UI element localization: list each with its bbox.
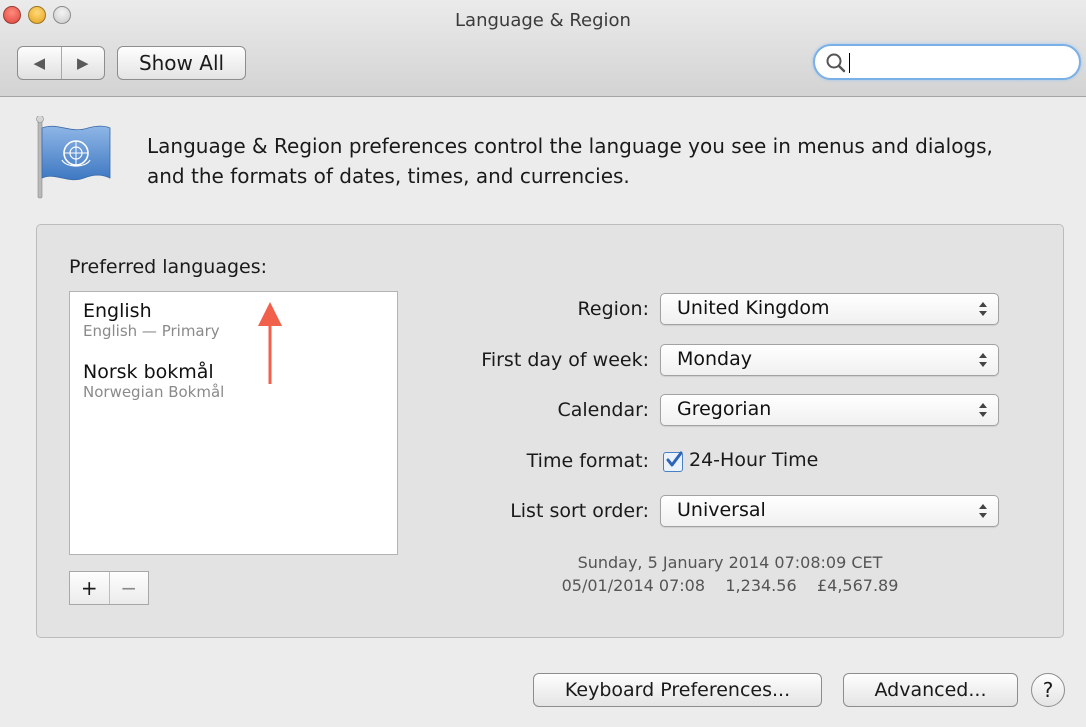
preferred-languages-list[interactable]: English English — Primary Norsk bokmål N…: [69, 291, 398, 555]
description-text: Language & Region preferences control th…: [147, 131, 1047, 191]
un-flag-icon: [36, 116, 111, 199]
back-button[interactable]: ◀: [18, 47, 61, 79]
window-title: Language & Region: [455, 10, 631, 31]
chevron-left-icon: ◀: [33, 54, 46, 72]
question-mark-icon: ?: [1042, 678, 1054, 702]
language-name: Norsk bokmål: [83, 361, 214, 383]
updown-arrows-icon: [979, 403, 987, 417]
advanced-button[interactable]: Advanced...: [843, 673, 1018, 707]
first-day-value: Monday: [677, 348, 753, 370]
region-label: Region:: [577, 298, 649, 320]
sort-order-label: List sort order:: [510, 500, 649, 522]
updown-arrows-icon: [979, 504, 987, 518]
search-icon: [826, 53, 846, 73]
language-item-english[interactable]: English English — Primary: [83, 300, 220, 340]
language-region-window: Language & Region ◀ ▶ Show All Language …: [0, 0, 1086, 727]
remove-language-button[interactable]: −: [108, 572, 149, 604]
language-subtitle: Norwegian Bokmål: [83, 383, 225, 401]
chevron-right-icon: ▶: [76, 54, 89, 72]
text-caret: [849, 53, 850, 73]
add-remove-language-control: + −: [69, 571, 149, 605]
region-value: United Kingdom: [677, 297, 830, 319]
first-day-label: First day of week:: [481, 349, 649, 371]
keyboard-preferences-button[interactable]: Keyboard Preferences...: [533, 673, 822, 707]
back-forward-control: ◀ ▶: [17, 46, 105, 80]
sort-order-select[interactable]: Universal: [660, 495, 999, 527]
description-line-2: and the formats of dates, times, and cur…: [147, 164, 630, 188]
checkmark-icon: [666, 451, 683, 467]
help-button[interactable]: ?: [1031, 673, 1065, 707]
description-line-1: Language & Region preferences control th…: [147, 134, 993, 158]
first-day-select[interactable]: Monday: [660, 344, 999, 376]
region-select[interactable]: United Kingdom: [660, 293, 999, 325]
language-item-norsk[interactable]: Norsk bokmål Norwegian Bokmål: [83, 361, 224, 401]
forward-button[interactable]: ▶: [60, 47, 105, 79]
search-field[interactable]: [813, 44, 1081, 80]
annotation-arrow-icon: [258, 302, 282, 384]
24-hour-label[interactable]: 24-Hour Time: [689, 449, 818, 471]
language-name: English: [83, 300, 152, 322]
sort-order-value: Universal: [677, 499, 766, 521]
calendar-value: Gregorian: [677, 398, 772, 420]
toolbar: Language & Region ◀ ▶ Show All: [0, 0, 1086, 97]
preferred-languages-heading: Preferred languages:: [69, 256, 268, 278]
language-subtitle: English — Primary: [83, 322, 220, 340]
updown-arrows-icon: [979, 302, 987, 316]
calendar-label: Calendar:: [557, 399, 649, 421]
calendar-select[interactable]: Gregorian: [660, 394, 999, 426]
sample-number-line: 05/01/2014 07:08 1,234.56 £4,567.89: [561, 576, 899, 595]
sample-date-line: Sunday, 5 January 2014 07:08:09 CET: [577, 553, 883, 572]
show-all-button[interactable]: Show All: [117, 46, 246, 80]
24-hour-checkbox[interactable]: [663, 451, 683, 472]
add-language-button[interactable]: +: [70, 572, 109, 604]
time-format-label: Time format:: [526, 450, 649, 472]
updown-arrows-icon: [979, 353, 987, 367]
